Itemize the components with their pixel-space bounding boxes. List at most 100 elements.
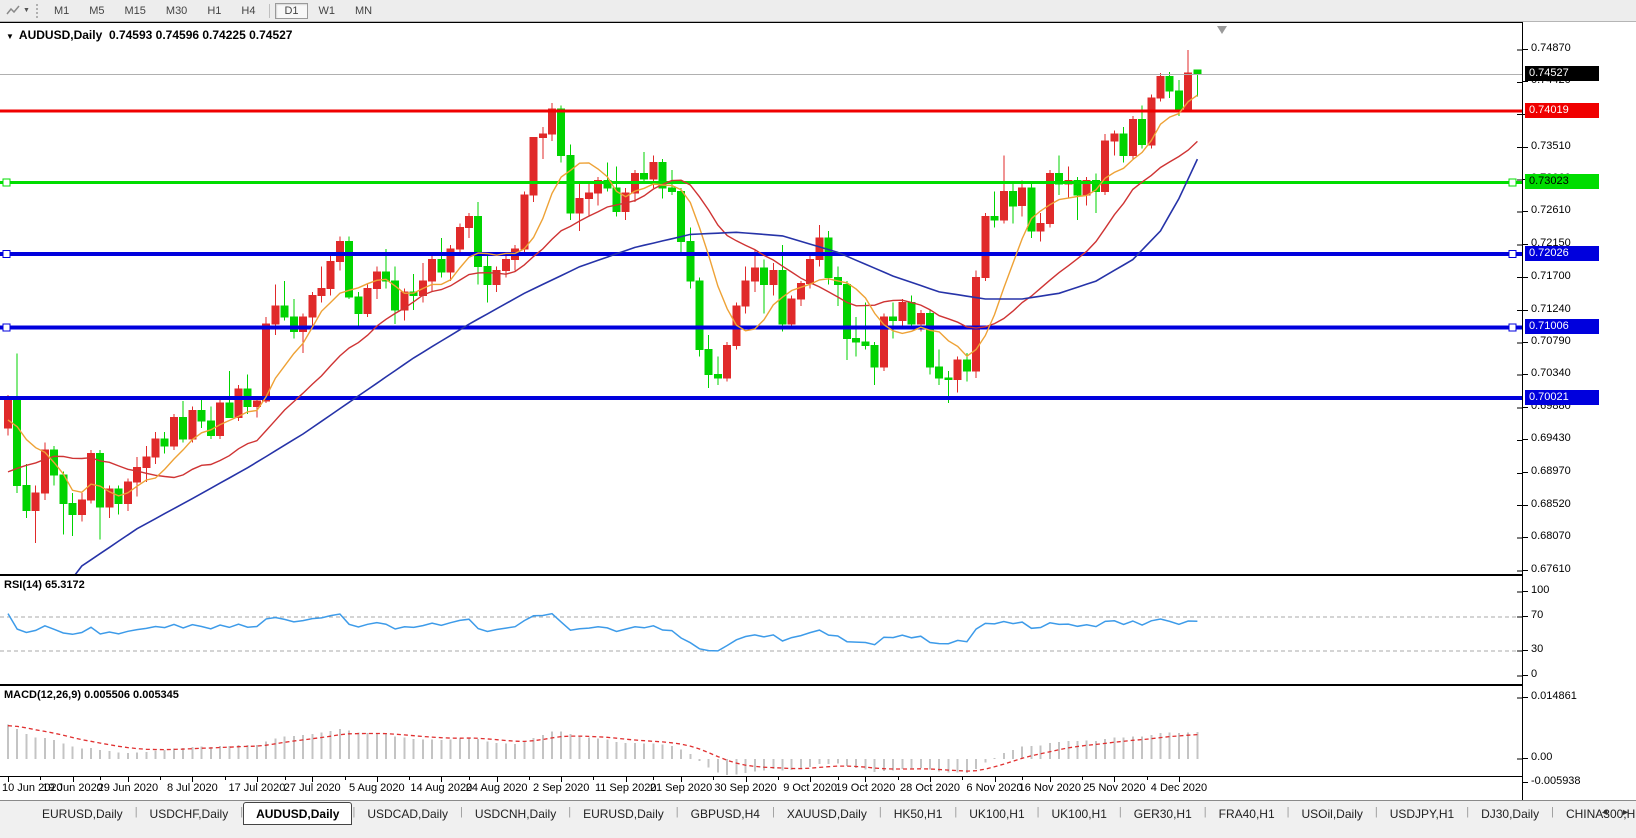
date-minor-tick bbox=[100, 777, 101, 780]
chart-region: ▼ AUDUSD,Daily 0.74593 0.74596 0.74225 0.… bbox=[0, 22, 1636, 800]
chart-tab-ger30-h1[interactable]: GER30,H1 bbox=[1122, 803, 1204, 824]
chart-tab-audusd-daily[interactable]: AUDUSD,Daily bbox=[243, 802, 352, 825]
price-chart-canvas[interactable] bbox=[0, 22, 1522, 575]
price-tick-label: 0.71700 bbox=[1531, 270, 1571, 282]
timeframe-button-h1[interactable]: H1 bbox=[198, 3, 230, 19]
chevron-down-icon: ▼ bbox=[23, 7, 30, 14]
chart-tool-dropdown-button[interactable]: ▼ bbox=[0, 4, 34, 17]
rsi-panel-canvas[interactable] bbox=[0, 575, 1522, 685]
price-tick-label: 0.68070 bbox=[1531, 530, 1571, 542]
date-label: 4 Dec 2020 bbox=[1134, 782, 1224, 794]
chart-tab-usoil-daily[interactable]: USOil,Daily bbox=[1290, 803, 1375, 824]
price-tick-label: 0.73510 bbox=[1531, 140, 1571, 152]
chart-tab-dj30-daily[interactable]: DJ30,Daily bbox=[1469, 803, 1551, 824]
chart-tab-eurusd-daily[interactable]: EURUSD,Daily bbox=[30, 803, 135, 824]
date-minor-tick bbox=[1147, 777, 1148, 780]
mt4-window: ▼ M1M5M15M30H1H4 D1W1MN ▼ AUDUSD,Daily 0.7… bbox=[0, 0, 1636, 838]
price-badge: 0.71006 bbox=[1525, 319, 1599, 334]
date-minor-tick bbox=[1082, 777, 1083, 780]
date-minor-tick bbox=[529, 777, 530, 780]
timeframe-button-h4[interactable]: H4 bbox=[232, 3, 264, 19]
tab-scroll-arrows: ◄ ► bbox=[1598, 806, 1632, 818]
chart-tab-hk50-h1[interactable]: HK50,H1 bbox=[882, 803, 955, 824]
date-minor-tick bbox=[898, 777, 899, 780]
price-tick-label: 0.74870 bbox=[1531, 42, 1571, 54]
timeframe-button-m30[interactable]: M30 bbox=[157, 3, 196, 19]
date-minor-tick bbox=[285, 777, 286, 780]
price-tick-label: 0.68970 bbox=[1531, 465, 1571, 477]
axis-tick bbox=[1523, 374, 1528, 375]
axis-tick bbox=[1523, 758, 1528, 759]
date-minor-tick bbox=[160, 777, 161, 780]
price-tick-label: 0.67610 bbox=[1531, 563, 1571, 575]
line-drag-handle[interactable] bbox=[3, 179, 10, 186]
date-minor-tick bbox=[225, 777, 226, 780]
price-badge: 0.72026 bbox=[1525, 246, 1599, 261]
chart-tab-eurusd-daily[interactable]: EURUSD,Daily bbox=[571, 803, 676, 824]
axis-tick bbox=[1523, 472, 1528, 473]
collapse-triangle-icon[interactable]: ▼ bbox=[6, 32, 14, 41]
tab-scroll-left-button[interactable]: ◄ bbox=[1598, 806, 1611, 818]
axis-tick bbox=[1523, 505, 1528, 506]
candles bbox=[5, 50, 1201, 543]
date-minor-tick bbox=[1022, 777, 1023, 780]
price-tick-label: 0.69430 bbox=[1531, 432, 1571, 444]
price-axis[interactable]: 0.748700.744200.739700.735100.730600.726… bbox=[1522, 22, 1636, 800]
line-drag-handle[interactable] bbox=[1509, 251, 1516, 258]
macd-current-values: 0.005506 0.005345 bbox=[84, 689, 179, 701]
date-minor-tick bbox=[40, 777, 41, 780]
date-minor-tick bbox=[653, 777, 654, 780]
timeframe-button-w1[interactable]: W1 bbox=[310, 3, 345, 19]
chart-tab-usdchf-daily[interactable]: USDCHF,Daily bbox=[138, 803, 241, 824]
timeframe-toolbar: ▼ M1M5M15M30H1H4 D1W1MN bbox=[0, 0, 1636, 22]
chart-tab-usdjpy-h1[interactable]: USDJPY,H1 bbox=[1378, 803, 1466, 824]
line-drag-handle[interactable] bbox=[3, 324, 10, 331]
axis-tick bbox=[1523, 81, 1528, 82]
chart-tab-usdcnh-daily[interactable]: USDCNH,Daily bbox=[463, 803, 568, 824]
price-tick-label: 0.70340 bbox=[1531, 367, 1571, 379]
timeframe-button-mn[interactable]: MN bbox=[346, 3, 381, 19]
axis-tick bbox=[1523, 49, 1528, 50]
rsi-current-value: 65.3172 bbox=[45, 579, 85, 591]
chart-tab-gbpusd-h4[interactable]: GBPUSD,H4 bbox=[679, 803, 772, 824]
date-axis[interactable]: 10 Jun 202019 Jun 202029 Jun 20208 Jul 2… bbox=[0, 777, 1522, 800]
line-drag-handle[interactable] bbox=[1509, 179, 1516, 186]
chart-tab-fra40-h1[interactable]: FRA40,H1 bbox=[1207, 803, 1287, 824]
line-drag-handle[interactable] bbox=[1509, 324, 1516, 331]
chart-shift-marker-icon[interactable] bbox=[1217, 26, 1227, 34]
timeframe-button-m1[interactable]: M1 bbox=[45, 3, 78, 19]
axis-tick bbox=[1523, 439, 1528, 440]
rsi-tick-label: 0 bbox=[1531, 668, 1537, 680]
chart-tab-uk100-h1[interactable]: UK100,H1 bbox=[957, 803, 1036, 824]
axis-tick bbox=[1523, 650, 1528, 651]
line-drag-handle[interactable] bbox=[3, 251, 10, 258]
date-minor-tick bbox=[469, 777, 470, 780]
price-tick-label: 0.71240 bbox=[1531, 303, 1571, 315]
timeframe-button-d1[interactable]: D1 bbox=[275, 3, 307, 19]
axis-tick bbox=[1523, 277, 1528, 278]
chart-tab-uk100-h1[interactable]: UK100,H1 bbox=[1040, 803, 1119, 824]
macd-panel-canvas[interactable] bbox=[0, 685, 1522, 777]
rsi-tick-label: 30 bbox=[1531, 643, 1543, 655]
price-badge: 0.70021 bbox=[1525, 390, 1599, 405]
axis-tick bbox=[1523, 697, 1528, 698]
axis-tick bbox=[1523, 147, 1528, 148]
chart-ohlc-values: 0.74593 0.74596 0.74225 0.74527 bbox=[109, 28, 293, 42]
rsi-tick-label: 100 bbox=[1531, 584, 1549, 596]
axis-tick bbox=[1523, 407, 1528, 408]
timeframe-button-m15[interactable]: M15 bbox=[116, 3, 155, 19]
axis-tick bbox=[1523, 782, 1528, 783]
timeframe-button-m5[interactable]: M5 bbox=[80, 3, 113, 19]
macd-tick-label: 0.00 bbox=[1531, 751, 1552, 763]
date-minor-tick bbox=[838, 777, 839, 780]
price-badge: 0.74527 bbox=[1525, 66, 1599, 81]
date-minor-tick bbox=[409, 777, 410, 780]
chart-tab-usdcad-daily[interactable]: USDCAD,Daily bbox=[355, 803, 460, 824]
chart-tab-xauusd-daily[interactable]: XAUUSD,Daily bbox=[775, 803, 879, 824]
rsi-tick-label: 70 bbox=[1531, 609, 1543, 621]
toolbar-grip[interactable] bbox=[36, 4, 38, 18]
macd-tick-label: -0.005938 bbox=[1531, 775, 1581, 787]
tab-scroll-right-button[interactable]: ► bbox=[1619, 806, 1632, 818]
chart-symbol-label: AUDUSD,Daily bbox=[19, 28, 102, 42]
axis-tick bbox=[1523, 616, 1528, 617]
